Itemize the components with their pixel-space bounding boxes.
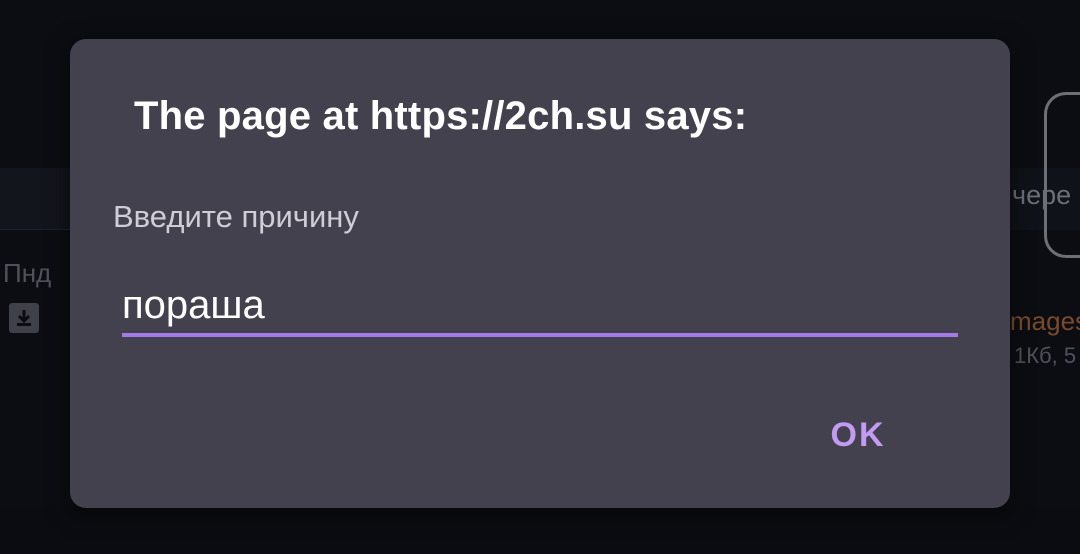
background-side-text: чере: [1012, 180, 1072, 210]
background-rounded-frame: [1044, 92, 1080, 258]
background-bottom-band: [0, 505, 1080, 554]
page: Пнд чере mages 1Кб, 5 The page at https:…: [0, 0, 1080, 554]
background-post-date: Пнд: [3, 258, 52, 288]
prompt-dialog: The page at https://2ch.su says: Введите…: [70, 39, 1010, 508]
dialog-title: The page at https://2ch.su says:: [134, 94, 748, 138]
download-icon: [9, 303, 39, 333]
dialog-message: Введите причину: [113, 199, 359, 234]
ok-button[interactable]: OK: [814, 403, 902, 467]
background-file-meta: 1Кб, 5: [1014, 343, 1077, 368]
background-image-link: mages: [1010, 306, 1080, 336]
background-divider: [0, 229, 70, 230]
background-header-band: [0, 168, 70, 230]
reason-input[interactable]: [122, 277, 958, 337]
